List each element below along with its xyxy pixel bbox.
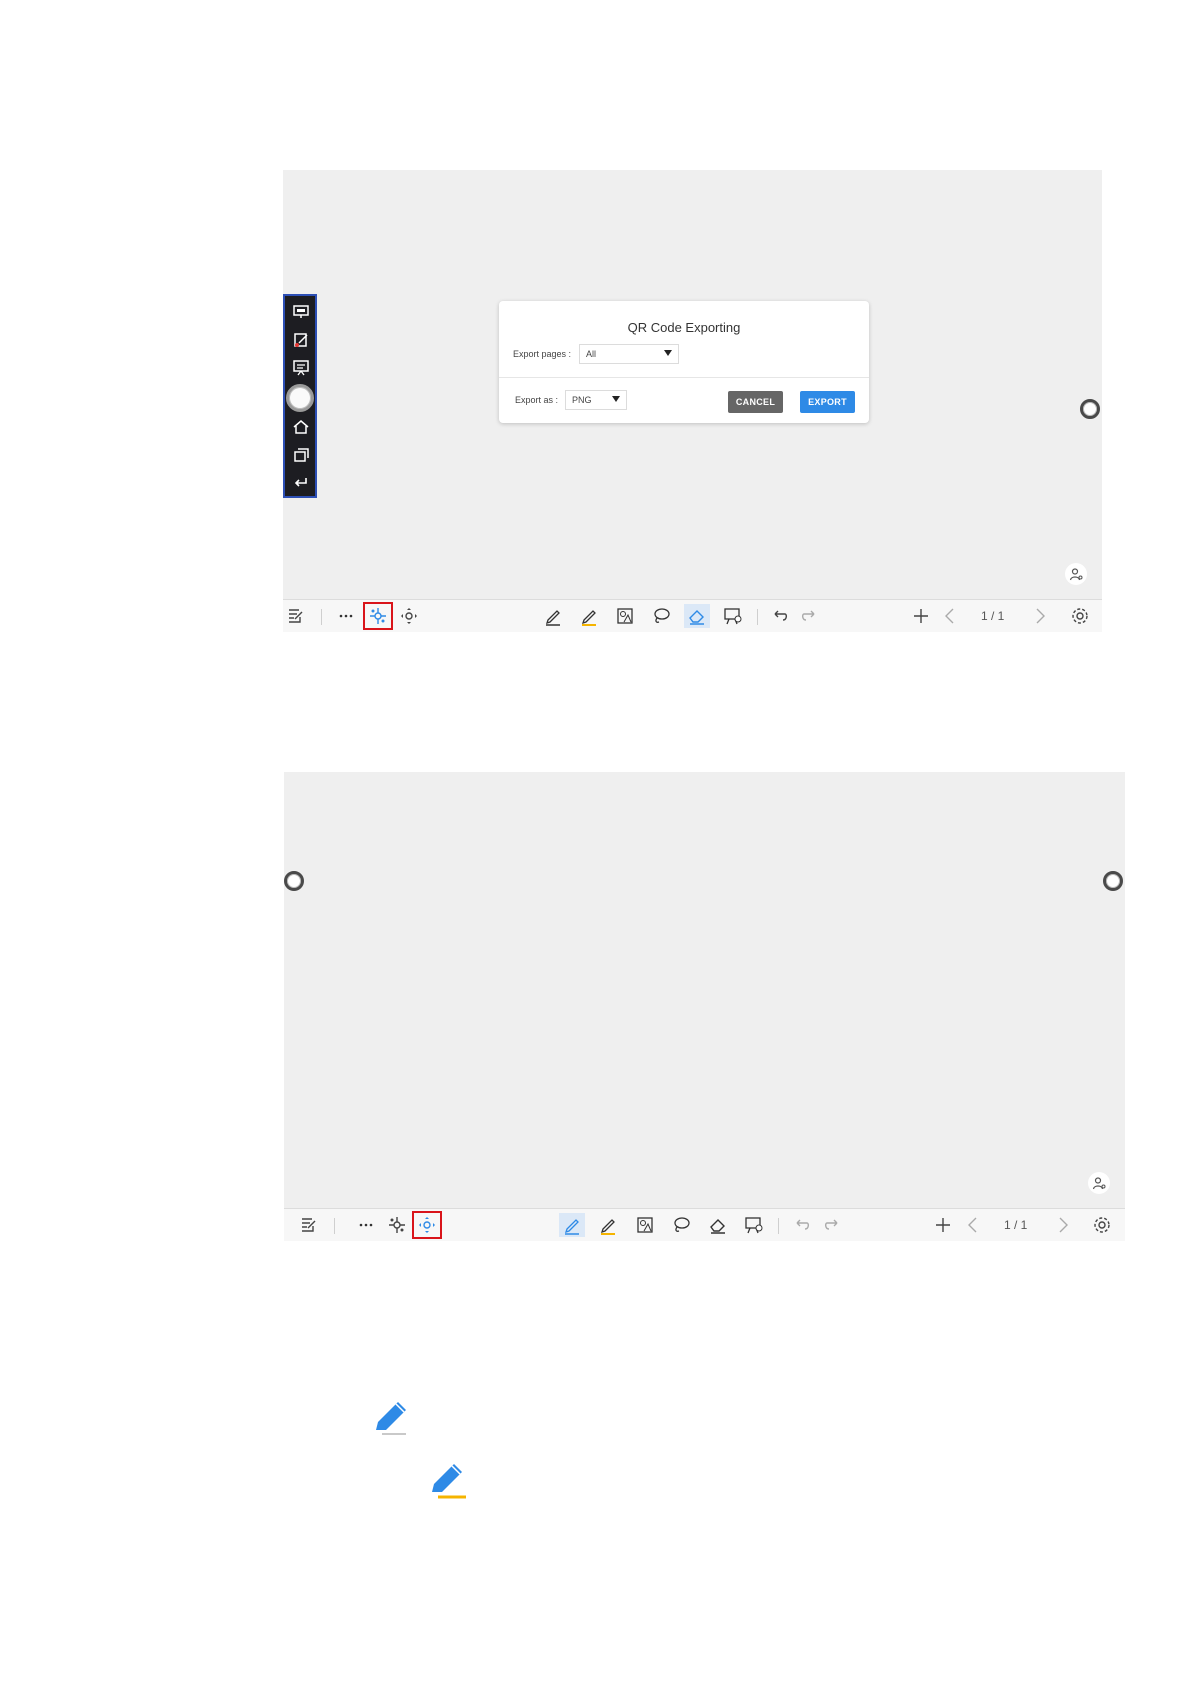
pen-icon-blue [376, 1402, 406, 1435]
user-icon [1069, 568, 1083, 581]
pen-icon[interactable] [559, 1213, 585, 1237]
redo-icon[interactable] [819, 1213, 845, 1237]
side-toolbar [283, 294, 317, 498]
export-pages-select[interactable]: All [579, 344, 679, 364]
home-icon[interactable] [292, 418, 310, 436]
highlighter-icon[interactable] [576, 604, 602, 628]
notes-icon[interactable] [283, 604, 309, 628]
move-icon[interactable] [412, 1211, 442, 1239]
lasso-icon[interactable] [668, 1213, 694, 1237]
note-icon[interactable] [292, 331, 310, 349]
settings-icon[interactable] [1067, 604, 1093, 628]
export-pages-label: Export pages : [513, 349, 572, 359]
eraser-icon[interactable] [705, 1213, 731, 1237]
highlighter-icon[interactable] [595, 1213, 621, 1237]
present-icon[interactable] [741, 1213, 767, 1237]
user-avatar[interactable] [1065, 563, 1087, 585]
next-page-icon[interactable] [1050, 1213, 1076, 1237]
undo-icon[interactable] [767, 604, 793, 628]
qr-export-dialog: QR Code Exporting Export pages : All Exp… [499, 301, 869, 423]
bottom-toolbar: 1 / 1 [284, 1208, 1125, 1241]
prev-page-icon[interactable] [937, 604, 963, 628]
whiteboard-screenshot-export: QR Code Exporting Export pages : All Exp… [283, 170, 1102, 632]
add-page-icon[interactable] [930, 1213, 956, 1237]
toolbar-separator [757, 609, 758, 625]
pen-icon[interactable] [540, 604, 566, 628]
back-icon[interactable] [292, 473, 310, 491]
floating-menu-ball-left[interactable] [284, 871, 304, 891]
page-indicator: 1 / 1 [1004, 1218, 1028, 1232]
highlighter-icon-blue [432, 1464, 466, 1499]
export-format-select[interactable]: PNG [565, 390, 627, 410]
toolbar-separator [334, 1218, 335, 1234]
dialog-title: QR Code Exporting [627, 320, 741, 335]
whiteboard-icon[interactable] [292, 359, 310, 377]
shape-icon[interactable] [612, 604, 638, 628]
undo-icon[interactable] [789, 1213, 815, 1237]
move-icon[interactable] [396, 604, 422, 628]
shape-icon[interactable] [632, 1213, 658, 1237]
chevron-down-icon [664, 350, 672, 356]
toolbar-separator [321, 609, 322, 625]
dialog-divider [499, 377, 869, 378]
present-icon[interactable] [720, 604, 746, 628]
select-icon[interactable] [384, 1213, 410, 1237]
prev-page-icon[interactable] [960, 1213, 986, 1237]
windows-icon[interactable] [292, 446, 310, 464]
more-icon[interactable] [333, 604, 359, 628]
export-as-label: Export as : [515, 395, 559, 405]
whiteboard-screenshot-move: 1 / 1 [284, 772, 1125, 1241]
export-pages-value: All [586, 349, 597, 359]
annotate-icon[interactable] [292, 303, 310, 321]
export-format-value: PNG [572, 395, 592, 405]
toolbar-separator [778, 1218, 779, 1234]
next-page-icon[interactable] [1027, 604, 1053, 628]
page-indicator: 1 / 1 [981, 609, 1005, 623]
lasso-icon[interactable] [648, 604, 674, 628]
add-page-icon[interactable] [908, 604, 934, 628]
select-icon[interactable] [363, 602, 393, 630]
notes-icon[interactable] [296, 1213, 322, 1237]
user-avatar[interactable] [1088, 1172, 1110, 1194]
chevron-down-icon [612, 396, 620, 402]
settings-icon[interactable] [1089, 1213, 1115, 1237]
export-button[interactable]: EXPORT [800, 391, 855, 413]
bottom-toolbar: 1 / 1 [283, 599, 1102, 632]
floating-menu-ball-right[interactable] [1103, 871, 1123, 891]
eraser-icon[interactable] [684, 604, 710, 628]
cancel-button[interactable]: CANCEL [728, 391, 783, 413]
redo-icon[interactable] [796, 604, 822, 628]
user-icon [1092, 1177, 1106, 1190]
more-icon[interactable] [353, 1213, 379, 1237]
floating-menu-ball-right[interactable] [1080, 399, 1100, 419]
floating-menu-ball[interactable] [286, 384, 314, 412]
